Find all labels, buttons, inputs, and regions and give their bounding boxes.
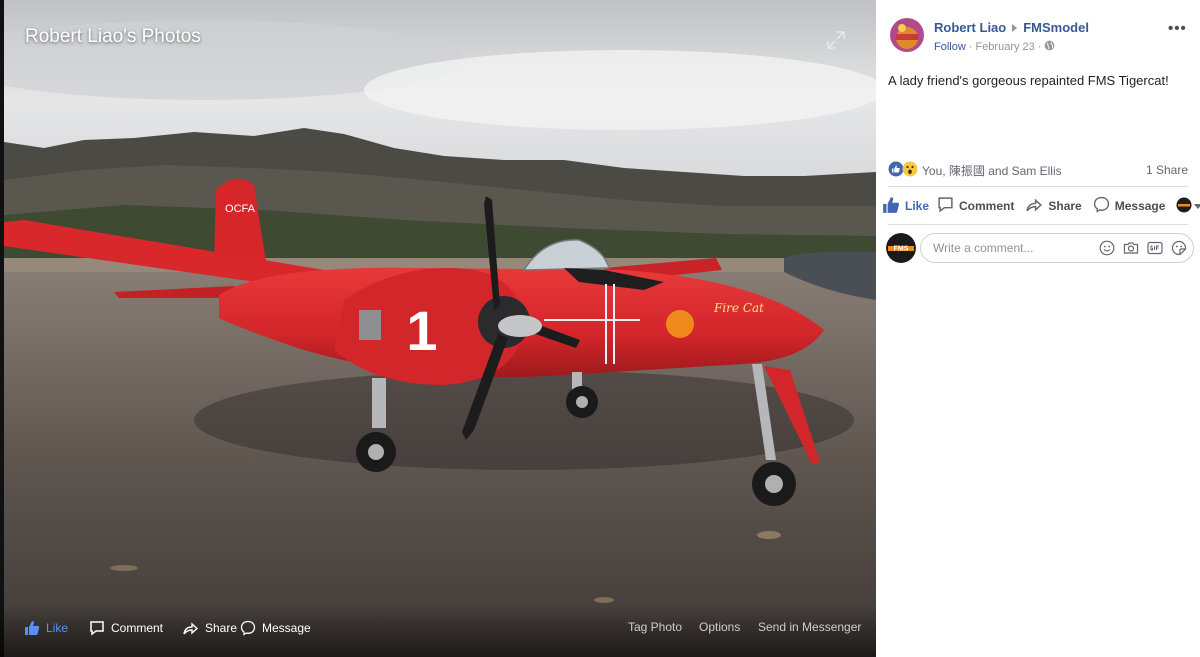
- smiley-icon[interactable]: [1099, 240, 1115, 256]
- divider: [888, 186, 1188, 187]
- post-actions: Like Comment Share Message: [882, 193, 1200, 219]
- album-title[interactable]: Robert Liao's Photos: [25, 26, 201, 48]
- photo-share-button[interactable]: Share: [182, 620, 237, 636]
- photo-message-label: Message: [262, 621, 311, 635]
- camera-icon[interactable]: [1123, 240, 1139, 256]
- sticker-icon[interactable]: [1171, 240, 1187, 256]
- meta-separator: ·: [1037, 41, 1042, 53]
- dropdown-arrow-icon: [1194, 199, 1200, 213]
- photo-like-button[interactable]: Like: [24, 620, 68, 636]
- expand-icon[interactable]: [826, 30, 846, 50]
- comment-icon: [89, 620, 105, 636]
- messenger-icon: [1093, 196, 1110, 216]
- comment-button[interactable]: Comment: [937, 196, 1014, 216]
- nose-art-text: Fire Cat: [713, 301, 764, 315]
- page-avatar-icon: [1176, 197, 1192, 216]
- follow-button[interactable]: Follow: [934, 41, 966, 53]
- post-side-panel: Robert Liao FMSmodel Follow · February 2…: [876, 0, 1200, 657]
- tag-photo-button[interactable]: Tag Photo: [628, 620, 682, 634]
- share-icon: [1025, 196, 1043, 216]
- divider: [888, 224, 1188, 225]
- thumbs-up-icon: [882, 196, 900, 217]
- shares-count[interactable]: 1 Share: [1146, 163, 1188, 177]
- post-caption: A lady friend's gorgeous repainted FMS T…: [888, 73, 1169, 88]
- photo-comment-label: Comment: [111, 621, 164, 635]
- tail-marking: OCFA: [225, 203, 256, 215]
- commenter-avatar[interactable]: FMS: [886, 233, 916, 263]
- message-button[interactable]: Message: [1093, 196, 1166, 216]
- photo-share-label: Share: [205, 621, 238, 635]
- message-label: Message: [1114, 199, 1166, 213]
- like-button[interactable]: Like: [882, 196, 929, 217]
- send-in-messenger-button[interactable]: Send in Messenger: [758, 620, 861, 634]
- photo-message-button[interactable]: Message: [240, 620, 311, 636]
- globe-icon[interactable]: [1044, 40, 1055, 54]
- post-meta: Follow · February 23 ·: [934, 40, 1055, 54]
- author-avatar[interactable]: [890, 18, 924, 52]
- comment-input-wrapper: [920, 233, 1194, 263]
- post-date[interactable]: February 23: [975, 41, 1034, 53]
- reactions-names[interactable]: You, 陳振國 and Sam Ellis: [922, 162, 1062, 179]
- post-as-selector[interactable]: [1176, 197, 1200, 216]
- share-button[interactable]: Share: [1025, 196, 1082, 216]
- messenger-icon: [240, 620, 256, 636]
- more-options-button[interactable]: •••: [1168, 20, 1187, 37]
- group-name[interactable]: FMSmodel: [1023, 20, 1089, 35]
- reactions-summary: You, 陳振國 and Sam Ellis 1 Share: [888, 160, 1188, 180]
- aircraft-number: 1: [406, 299, 437, 362]
- author-name[interactable]: Robert Liao: [934, 20, 1006, 35]
- author-line: Robert Liao FMSmodel: [934, 20, 1089, 35]
- photo-comment-button[interactable]: Comment: [89, 620, 163, 636]
- photo-viewer[interactable]: OCFA 1 Fire Cat Robert Liao's Photos Lik…: [0, 0, 876, 657]
- share-label: Share: [1048, 199, 1082, 213]
- share-icon: [182, 620, 199, 636]
- photo-image: OCFA 1 Fire Cat: [4, 0, 876, 657]
- photo-like-label: Like: [46, 621, 69, 635]
- wow-reaction-icon[interactable]: [902, 161, 918, 180]
- gif-icon[interactable]: [1147, 240, 1163, 256]
- like-label: Like: [905, 199, 930, 213]
- arrow-right-icon: [1012, 23, 1018, 32]
- comment-label: Comment: [959, 199, 1015, 213]
- commenter-avatar-text: FMS: [894, 245, 909, 252]
- comment-composer: FMS: [886, 232, 1194, 264]
- thumbs-up-icon: [24, 620, 40, 636]
- options-button[interactable]: Options: [699, 620, 740, 634]
- comment-input[interactable]: [931, 240, 1091, 256]
- meta-separator: ·: [968, 41, 973, 53]
- comment-icon: [937, 196, 954, 216]
